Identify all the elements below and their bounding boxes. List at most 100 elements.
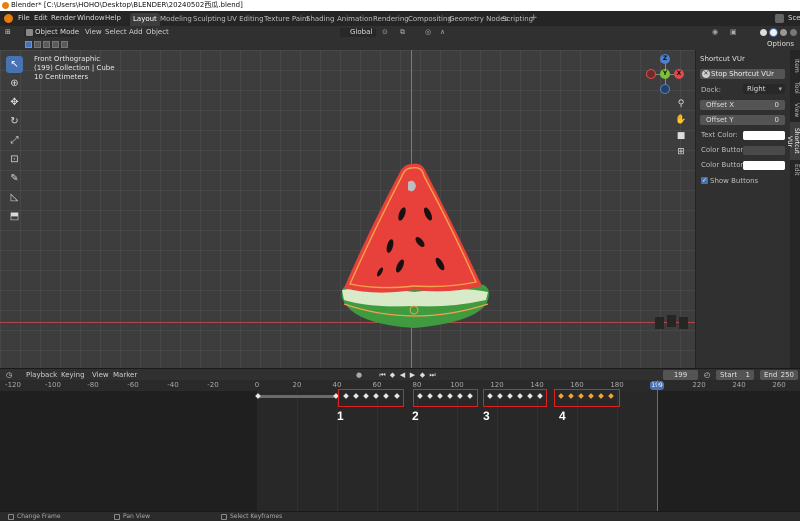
perspective-grid-icon[interactable]: ⊞ [675, 146, 687, 158]
menu-help[interactable]: Help [105, 11, 121, 26]
menu-render[interactable]: Render [51, 11, 76, 26]
measure-icon[interactable]: ◺ [6, 189, 23, 206]
wireframe-shading-icon[interactable] [760, 29, 767, 36]
gizmo-x-axis[interactable]: X [674, 69, 684, 79]
current-frame-field[interactable]: 199 [663, 370, 698, 380]
offset-x-field[interactable]: Offset X 0 [700, 100, 785, 110]
prev-keyframe-icon[interactable]: ◆ [388, 370, 397, 380]
viewport-visibility-icon[interactable]: ◉ [712, 26, 718, 39]
editor-type-icon[interactable]: ⊞ [5, 26, 11, 39]
start-label: Start [720, 371, 738, 379]
jump-end-icon[interactable]: ⏭ [428, 370, 437, 380]
ruler-tick: 0 [254, 381, 260, 389]
tab-item[interactable]: Item [790, 56, 800, 76]
timeline-body[interactable] [0, 391, 800, 511]
annotate-icon[interactable]: ✎ [6, 170, 23, 187]
group-label-2: 2 [412, 409, 419, 423]
add-workspace-icon[interactable]: + [530, 11, 538, 26]
text-color-swatch[interactable] [743, 131, 785, 140]
highlight-box-3 [483, 389, 547, 407]
playhead[interactable] [657, 380, 658, 511]
menu-object[interactable]: Object [146, 26, 169, 39]
scene-icon[interactable] [775, 14, 784, 23]
gizmo-z-axis[interactable]: Z [660, 54, 670, 64]
play-reverse-icon[interactable]: ◀ [398, 370, 407, 380]
xray-icon[interactable]: ▣ [730, 26, 737, 39]
color-buttons-swatch[interactable] [743, 146, 785, 155]
color-buttons-a-swatch[interactable] [743, 161, 785, 170]
end-frame-field[interactable]: End 250 [760, 370, 798, 380]
transform-orientation-select[interactable]: Global [340, 28, 376, 37]
tab-shortcut-vur[interactable]: Shortcut VUr [786, 122, 800, 160]
pan-hand-icon[interactable]: ✋ [675, 114, 687, 126]
falloff-icon[interactable]: ∧ [440, 26, 445, 39]
cursor-icon[interactable]: ⊕ [6, 75, 23, 92]
panel-title[interactable]: Shortcut VUr [700, 55, 745, 63]
scene-selector[interactable]: Sce [788, 11, 800, 26]
material-shading-icon[interactable] [780, 29, 787, 36]
menu-add[interactable]: Add [129, 26, 143, 39]
pivot-point-icon[interactable]: ⊙ [382, 26, 388, 39]
show-buttons-checkbox[interactable]: ✓ [701, 177, 708, 184]
select-mode-extend-icon[interactable] [34, 41, 41, 48]
select-mode-intersect-icon[interactable] [61, 41, 68, 48]
menu-file[interactable]: File [18, 11, 30, 26]
next-keyframe-icon[interactable]: ◆ [418, 370, 427, 380]
menu-edit[interactable]: Edit [34, 11, 48, 26]
snap-icon[interactable]: ⧉ [400, 26, 405, 39]
select-mode-subtract-icon[interactable] [43, 41, 50, 48]
blender-menu-icon[interactable] [4, 14, 13, 23]
offset-y-field[interactable]: Offset Y 0 [700, 115, 785, 125]
tab-layout[interactable]: Layout [130, 13, 160, 26]
ruler-tick: -120 [5, 381, 21, 389]
move-icon[interactable]: ✥ [6, 94, 23, 111]
play-icon[interactable]: ▶ [408, 370, 417, 380]
camera-icon[interactable]: ■ [675, 130, 687, 142]
dock-label: Dock: [701, 86, 721, 94]
tab-edit[interactable]: Edit [790, 162, 800, 178]
viewport-header: ⊞ Object Mode View Select Add Object Glo… [0, 26, 800, 39]
gizmo-neg-z-axis[interactable] [660, 84, 670, 94]
select-box-icon[interactable]: ↖ [6, 56, 23, 73]
timeline-header: ◷ Playback Keying View Marker ● ⏮ ◆ ◀ ▶ … [0, 368, 800, 380]
tab-shading[interactable]: Shading [303, 13, 337, 26]
mode-select[interactable]: Object Mode [24, 28, 79, 37]
region-toggle-block[interactable] [679, 317, 688, 329]
solid-shading-icon[interactable] [770, 29, 777, 36]
transform-icon[interactable]: ⊡ [6, 151, 23, 168]
rendered-shading-icon[interactable] [790, 29, 797, 36]
zoom-icon[interactable]: ⚲ [675, 98, 687, 110]
watermelon-object[interactable] [330, 158, 500, 334]
rotate-icon[interactable]: ↻ [6, 113, 23, 130]
mouse-right-icon [221, 514, 227, 520]
add-cube-icon[interactable]: ⬒ [6, 208, 23, 225]
menu-select[interactable]: Select [105, 26, 127, 39]
jump-start-icon[interactable]: ⏮ [378, 370, 387, 380]
grid-line [457, 391, 458, 511]
grid-line [497, 391, 498, 511]
gizmo-neg-x-axis[interactable] [646, 69, 656, 79]
3d-viewport[interactable]: Front Orthographic (199) Collection | Cu… [0, 50, 695, 368]
tab-sculpting[interactable]: Sculpting [190, 13, 229, 26]
proportional-edit-icon[interactable]: ◎ [425, 26, 431, 39]
tab-view[interactable]: View [790, 100, 800, 120]
timeline-postroll-area [657, 391, 800, 511]
region-toggle-block[interactable] [667, 315, 676, 327]
start-frame-field[interactable]: Start 1 [716, 370, 754, 380]
viewport-info-overlay: Front Orthographic (199) Collection | Cu… [34, 55, 115, 82]
grid-line [297, 391, 298, 511]
options-dropdown[interactable]: Options [767, 39, 794, 50]
region-toggle-block[interactable] [655, 317, 664, 329]
select-mode-invert-icon[interactable] [52, 41, 59, 48]
gizmo-y-axis[interactable]: Y [660, 69, 670, 79]
group-label-1: 1 [337, 409, 344, 423]
scale-icon[interactable]: ⤢ [6, 132, 23, 149]
menu-window[interactable]: Window [77, 11, 105, 26]
tab-tool[interactable]: Tool [790, 78, 800, 98]
dock-select[interactable]: Right ▾ [743, 84, 785, 94]
ruler-tick: -80 [87, 381, 99, 389]
stop-shortcut-button[interactable]: ✕ Stop Shortcut VUr [700, 69, 785, 79]
viewport-options-bar: Options [0, 39, 800, 50]
select-mode-set-icon[interactable] [25, 41, 32, 48]
menu-view[interactable]: View [85, 26, 102, 39]
